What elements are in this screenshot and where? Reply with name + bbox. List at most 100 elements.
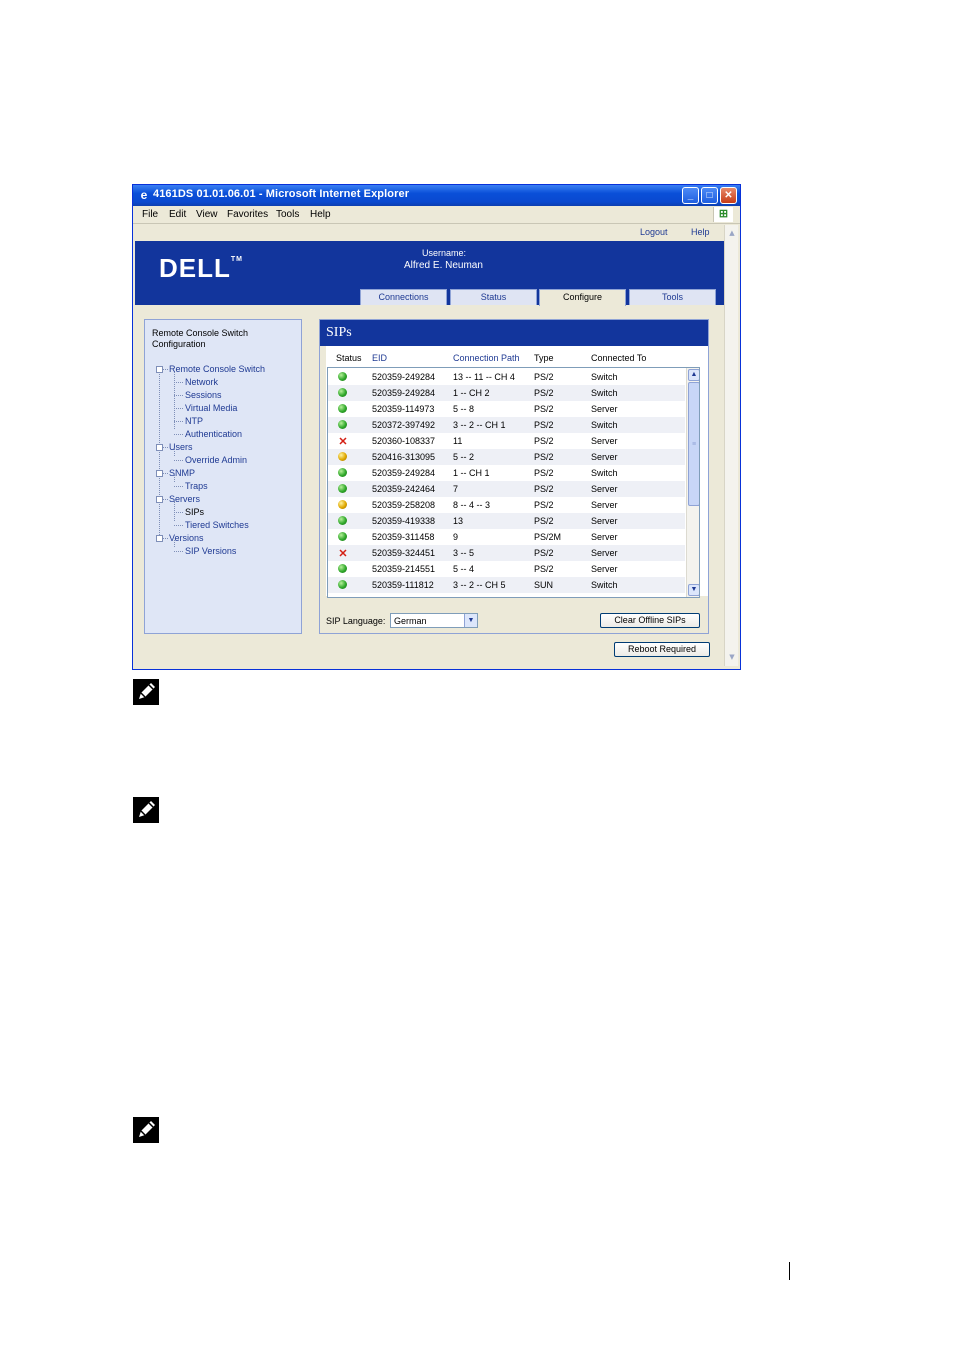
tab-status[interactable]: Status [450,289,537,305]
chevron-down-icon[interactable]: ▼ [464,614,477,627]
menu-favorites[interactable]: Favorites [227,209,268,220]
col-header-status[interactable]: Status [336,353,362,363]
nav-traps[interactable]: Traps [185,481,208,492]
table-row[interactable]: 520359-258208 8 -- 4 -- 3 PS/2 Server [328,497,685,513]
scroll-up-icon[interactable]: ▲ [688,369,699,381]
username-label: Username: [422,248,467,258]
help-link[interactable]: Help [691,227,710,237]
table-row[interactable]: ✕ 520360-108337 11 PS/2 Server [328,433,685,449]
nav-snmp[interactable]: SNMP [169,468,195,479]
close-button[interactable]: ✕ [720,187,737,204]
nav-servers[interactable]: Servers [169,494,200,505]
table-row[interactable]: 520359-249284 1 -- CH 2 PS/2 Switch [328,385,685,401]
nav-remote-console-switch[interactable]: Remote Console Switch [169,364,265,375]
menu-bar: File Edit View Favorites Tools Help ⊞ [133,206,740,224]
nav-versions[interactable]: Versions [169,533,204,544]
table-row[interactable]: 520359-114973 5 -- 8 PS/2 Server [328,401,685,417]
cell-path: 13 [453,516,464,526]
username-value: Alfred E. Neuman [404,260,483,271]
pencil-note-icon [133,1117,159,1143]
nav-sip-versions[interactable]: SIP Versions [185,546,236,557]
cell-type: PS/2 [534,468,554,478]
table-row[interactable]: 520359-111812 3 -- 2 -- CH 5 SUN Switch [328,577,685,593]
scroll-down-icon[interactable]: ▼ [726,651,738,663]
tree-expander[interactable] [156,470,163,477]
sips-rows: 520359-249284 13 -- 11 -- CH 4 PS/2 Switch 5… [327,367,700,598]
cell-eid: 520359-249284 [372,372,436,382]
menu-help[interactable]: Help [310,209,331,220]
tree-line [174,460,183,461]
tree-expander[interactable] [156,444,163,451]
sip-language-select[interactable]: German ▼ [390,613,478,628]
pencil-note-icon [133,797,159,823]
cell-to: Switch [591,468,618,478]
logout-link[interactable]: Logout [640,227,668,237]
tree-line [174,525,183,526]
table-row[interactable]: 520359-214551 5 -- 4 PS/2 Server [328,561,685,577]
page-scrollbar[interactable]: ▲ ▼ [724,225,738,666]
cell-eid: 520359-249284 [372,468,436,478]
tree-expander[interactable] [156,535,163,542]
scroll-up-icon[interactable]: ▲ [726,227,738,239]
menu-edit[interactable]: Edit [169,209,186,220]
table-row[interactable]: 520359-419338 13 PS/2 Server [328,513,685,529]
tab-connections[interactable]: Connections [360,289,447,305]
table-row[interactable]: 520359-249284 13 -- 11 -- CH 4 PS/2 Switch [328,369,685,385]
dell-logo: DELLTM [159,253,243,283]
cell-to: Server [591,500,618,510]
maximize-button[interactable]: □ [701,187,718,204]
nav-virtual-media[interactable]: Virtual Media [185,403,237,414]
nav-users[interactable]: Users [169,442,193,453]
scroll-down-icon[interactable]: ▼ [688,584,699,596]
cell-path: 5 -- 8 [453,404,475,414]
col-header-connection-path[interactable]: Connection Path [453,353,520,363]
table-row[interactable]: 520359-311458 9 PS/2M Server [328,529,685,545]
cell-to: Server [591,516,618,526]
menu-tools[interactable]: Tools [276,209,299,220]
nav-network[interactable]: Network [185,377,218,388]
title-bar[interactable]: e 4161DS 01.01.06.01 - Microsoft Interne… [133,185,740,206]
header-banner: DELLTM Username: Alfred E. Neuman Connec… [135,241,724,306]
cell-type: PS/2 [534,548,554,558]
cell-eid: 520359-214551 [372,564,436,574]
tree-line [163,473,168,474]
table-row[interactable]: 520359-249284 1 -- CH 1 PS/2 Switch [328,465,685,481]
cell-to: Server [591,404,618,414]
online-status-icon [338,580,347,589]
minimize-button[interactable]: _ [682,187,699,204]
nav-sessions[interactable]: Sessions [185,390,222,401]
nav-heading: Remote Console Switch Configuration [152,328,249,349]
windows-logo-icon: ⊞ [713,207,733,222]
clear-offline-sips-button[interactable]: Clear Offline SIPs [600,613,700,628]
menu-file[interactable]: File [142,209,158,220]
col-header-connected-to[interactable]: Connected To [591,353,646,363]
col-header-type[interactable]: Type [534,353,554,363]
cell-path: 7 [453,484,459,494]
cell-path: 3 -- 5 [453,548,475,558]
pencil-note-icon [133,679,159,705]
online-status-icon [338,404,347,413]
table-row[interactable]: 520359-242464 7 PS/2 Server [328,481,685,497]
table-row[interactable]: 520372-397492 3 -- 2 -- CH 1 PS/2 Switch [328,417,685,433]
nav-tiered-switches[interactable]: Tiered Switches [185,520,249,531]
tab-tools[interactable]: Tools [629,289,716,305]
nav-sips[interactable]: SIPs [185,507,204,518]
nav-authentication[interactable]: Authentication [185,429,242,440]
col-header-eid[interactable]: EID [372,353,387,363]
table-row[interactable]: ✕ 520359-324451 3 -- 5 PS/2 Server [328,545,685,561]
tree-line [163,369,168,370]
nav-ntp[interactable]: NTP [185,416,203,427]
nav-override-admin[interactable]: Override Admin [185,455,247,466]
cell-eid: 520359-242464 [372,484,436,494]
reboot-required-button[interactable]: Reboot Required [614,642,710,657]
table-scrollbar[interactable]: ▲ ≡ ▼ [686,368,699,597]
menu-view[interactable]: View [196,209,218,220]
table-row[interactable]: 520416-313095 5 -- 2 PS/2 Server [328,449,685,465]
tree-expander[interactable] [156,366,163,373]
tab-configure[interactable]: Configure [539,289,626,306]
online-status-icon [338,420,347,429]
online-status-icon [338,388,347,397]
scroll-thumb[interactable]: ≡ [688,382,699,506]
cell-type: PS/2 [534,516,554,526]
tree-expander[interactable] [156,496,163,503]
